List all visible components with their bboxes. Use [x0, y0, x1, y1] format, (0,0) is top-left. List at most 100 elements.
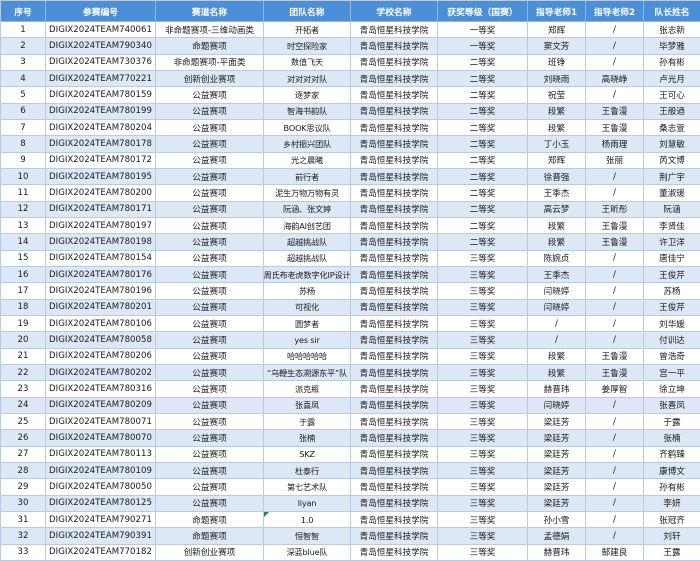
cell-serial-number[interactable]: 22: [1, 365, 46, 382]
cell-advisor-1[interactable]: 段繁: [528, 348, 586, 365]
cell-advisor-2[interactable]: /: [586, 528, 644, 545]
cell-school-name[interactable]: 青岛恒星科技学院: [351, 544, 438, 561]
cell-advisor-2[interactable]: /: [586, 54, 644, 71]
cell-entry-id[interactable]: DIGIX2024TEAM780172: [46, 152, 156, 169]
cell-award-level[interactable]: 二等奖: [438, 169, 528, 186]
cell-track-name[interactable]: 公益赛项: [156, 136, 264, 153]
cell-track-name[interactable]: 公益赛项: [156, 250, 264, 267]
cell-track-name[interactable]: 公益赛项: [156, 299, 264, 316]
cell-team-name[interactable]: 时空探险家: [264, 38, 351, 55]
cell-serial-number[interactable]: 20: [1, 332, 46, 349]
cell-serial-number[interactable]: 21: [1, 348, 46, 365]
cell-award-level[interactable]: 三等奖: [438, 528, 528, 545]
cell-entry-id[interactable]: DIGIX2024TEAM780050: [46, 479, 156, 496]
cell-track-name[interactable]: 公益赛项: [156, 120, 264, 137]
cell-track-name[interactable]: 公益赛项: [156, 103, 264, 120]
cell-award-level[interactable]: 一等奖: [438, 38, 528, 55]
cell-serial-number[interactable]: 23: [1, 381, 46, 398]
cell-school-name[interactable]: 青岛恒星科技学院: [351, 430, 438, 447]
cell-school-name[interactable]: 青岛恒星科技学院: [351, 463, 438, 480]
header-cell-advisor-1[interactable]: 指导老师1: [528, 1, 586, 22]
cell-team-name[interactable]: yes sir: [264, 332, 351, 349]
cell-advisor-2[interactable]: 王鲁漫: [586, 234, 644, 251]
cell-advisor-2[interactable]: /: [586, 495, 644, 512]
cell-advisor-2[interactable]: /: [586, 316, 644, 333]
cell-captain-name[interactable]: 桑志萱: [644, 120, 700, 137]
cell-entry-id[interactable]: DIGIX2024TEAM780109: [46, 463, 156, 480]
cell-captain-name[interactable]: 齐鹤臻: [644, 446, 700, 463]
cell-advisor-1[interactable]: 闫晓婷: [528, 299, 586, 316]
cell-advisor-1[interactable]: 段繁: [528, 218, 586, 235]
header-cell-school-name[interactable]: 学校名称: [351, 1, 438, 22]
cell-advisor-2[interactable]: /: [586, 446, 644, 463]
cell-entry-id[interactable]: DIGIX2024TEAM780209: [46, 397, 156, 414]
cell-entry-id[interactable]: DIGIX2024TEAM780071: [46, 414, 156, 431]
cell-serial-number[interactable]: 26: [1, 430, 46, 447]
cell-team-name[interactable]: BOOK思议队: [264, 120, 351, 137]
cell-advisor-2[interactable]: 王鲁漫: [586, 218, 644, 235]
cell-award-level[interactable]: 二等奖: [438, 136, 528, 153]
cell-team-name[interactable]: 圆梦者: [264, 316, 351, 333]
cell-award-level[interactable]: 三等奖: [438, 267, 528, 284]
cell-school-name[interactable]: 青岛恒星科技学院: [351, 136, 438, 153]
cell-serial-number[interactable]: 27: [1, 446, 46, 463]
cell-entry-id[interactable]: DIGIX2024TEAM780125: [46, 495, 156, 512]
cell-serial-number[interactable]: 33: [1, 544, 46, 561]
cell-award-level[interactable]: 二等奖: [438, 185, 528, 202]
cell-advisor-2[interactable]: /: [586, 169, 644, 186]
cell-team-name[interactable]: liyan: [264, 495, 351, 512]
cell-advisor-1[interactable]: 班铮: [528, 54, 586, 71]
cell-advisor-1[interactable]: 段繁: [528, 103, 586, 120]
cell-serial-number[interactable]: 32: [1, 528, 46, 545]
cell-advisor-2[interactable]: /: [586, 479, 644, 496]
cell-captain-name[interactable]: 宫一平: [644, 365, 700, 382]
cell-entry-id[interactable]: DIGIX2024TEAM780204: [46, 120, 156, 137]
cell-serial-number[interactable]: 25: [1, 414, 46, 431]
cell-advisor-1[interactable]: 窦文芳: [528, 38, 586, 55]
cell-school-name[interactable]: 青岛恒星科技学院: [351, 201, 438, 218]
cell-advisor-1[interactable]: 郑辉: [528, 152, 586, 169]
cell-captain-name[interactable]: 曾浩奇: [644, 348, 700, 365]
cell-school-name[interactable]: 青岛恒星科技学院: [351, 71, 438, 88]
cell-school-name[interactable]: 青岛恒星科技学院: [351, 381, 438, 398]
cell-advisor-1[interactable]: /: [528, 316, 586, 333]
cell-track-name[interactable]: 公益赛项: [156, 397, 264, 414]
cell-award-level[interactable]: 三等奖: [438, 381, 528, 398]
cell-serial-number[interactable]: 2: [1, 38, 46, 55]
cell-track-name[interactable]: 非命题赛项-三维动画类: [156, 22, 264, 39]
cell-award-level[interactable]: 三等奖: [438, 430, 528, 447]
cell-advisor-2[interactable]: 郜建良: [586, 544, 644, 561]
cell-award-level[interactable]: 二等奖: [438, 54, 528, 71]
cell-award-level[interactable]: 二等奖: [438, 152, 528, 169]
cell-captain-name[interactable]: 李贤佳: [644, 218, 700, 235]
cell-team-name[interactable]: 派克瓶: [264, 381, 351, 398]
cell-school-name[interactable]: 青岛恒星科技学院: [351, 234, 438, 251]
cell-team-name[interactable]: 1.0: [264, 512, 351, 529]
header-cell-advisor-2[interactable]: 指导老师2: [586, 1, 644, 22]
cell-advisor-1[interactable]: 高云梦: [528, 201, 586, 218]
cell-school-name[interactable]: 青岛恒星科技学院: [351, 446, 438, 463]
cell-advisor-2[interactable]: /: [586, 250, 644, 267]
cell-advisor-2[interactable]: 王鲁漫: [586, 365, 644, 382]
cell-team-name[interactable]: 恒智智: [264, 528, 351, 545]
cell-captain-name[interactable]: 董淑瑗: [644, 185, 700, 202]
cell-track-name[interactable]: 公益赛项: [156, 332, 264, 349]
cell-advisor-2[interactable]: 王鲁漫: [586, 120, 644, 137]
cell-captain-name[interactable]: 王俊芹: [644, 299, 700, 316]
cell-advisor-1[interactable]: 梁廷芳: [528, 479, 586, 496]
cell-entry-id[interactable]: DIGIX2024TEAM790340: [46, 38, 156, 55]
cell-team-name[interactable]: 智海书韵队: [264, 103, 351, 120]
cell-award-level[interactable]: 三等奖: [438, 250, 528, 267]
cell-team-name[interactable]: 杜泰行: [264, 463, 351, 480]
cell-track-name[interactable]: 公益赛项: [156, 348, 264, 365]
cell-school-name[interactable]: 青岛恒星科技学院: [351, 54, 438, 71]
cell-entry-id[interactable]: DIGIX2024TEAM780113: [46, 446, 156, 463]
cell-captain-name[interactable]: 王露: [644, 544, 700, 561]
cell-track-name[interactable]: 公益赛项: [156, 495, 264, 512]
cell-school-name[interactable]: 青岛恒星科技学院: [351, 528, 438, 545]
cell-advisor-1[interactable]: 梁廷芳: [528, 463, 586, 480]
cell-entry-id[interactable]: DIGIX2024TEAM780196: [46, 283, 156, 300]
cell-captain-name[interactable]: 徐立坤: [644, 381, 700, 398]
cell-award-level[interactable]: 一等奖: [438, 22, 528, 39]
cell-advisor-1[interactable]: 闫晓婷: [528, 397, 586, 414]
